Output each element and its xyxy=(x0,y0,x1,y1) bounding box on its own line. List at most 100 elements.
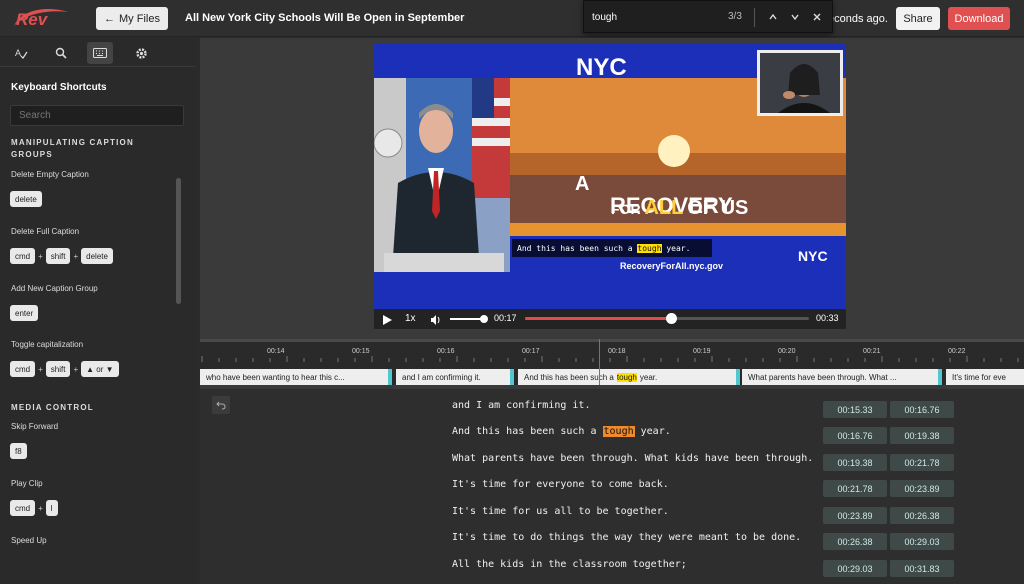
caption-drag-handle[interactable] xyxy=(938,369,942,385)
key-badge: f8 xyxy=(10,443,27,459)
tick-label: 00:22 xyxy=(948,348,966,355)
transcript-text: All the kids in the classroom together; xyxy=(452,559,687,570)
transcript-line[interactable]: What parents have been through. What kid… xyxy=(452,453,813,464)
play-icon[interactable] xyxy=(381,313,393,331)
transcript-line[interactable]: It's time for everyone to come back. xyxy=(452,479,669,490)
slide-text-a: A xyxy=(575,173,589,195)
shortcut-keys: cmd + l xyxy=(10,500,58,516)
start-timestamp[interactable]: 00:23.89 xyxy=(823,507,887,524)
volume-icon[interactable] xyxy=(430,313,442,331)
transcript-text: and I am confirming it. xyxy=(452,400,591,411)
my-files-button[interactable]: ← My Files xyxy=(96,7,168,30)
share-button[interactable]: Share xyxy=(896,7,940,30)
video-player[interactable]: A RECOVERY RecoveryForAll.nyc.gov NYC NY… xyxy=(374,43,846,309)
caption-timeline[interactable]: 00:14 00:15 00:16 00:17 00:18 00:19 00:2… xyxy=(200,339,1024,385)
volume-knob[interactable] xyxy=(480,315,488,323)
section-media-control: MEDIA CONTROL xyxy=(11,403,94,412)
key-badge: cmd xyxy=(10,361,36,377)
video-caption-overlay: And this has been such a tough year. xyxy=(512,239,712,257)
transcript-text: It's time for us all to be together. xyxy=(452,506,669,517)
document-title: All New York City Schools Will Be Open i… xyxy=(185,12,465,24)
find-bar: 3/3 xyxy=(583,0,833,33)
volume-slider[interactable] xyxy=(450,318,484,320)
timeline-caption-block[interactable]: who have been wanting to hear this c... xyxy=(200,369,388,385)
plus-separator: + xyxy=(73,364,79,374)
caption-drag-handle[interactable] xyxy=(510,369,514,385)
duration: 00:33 xyxy=(816,313,839,323)
end-timestamp[interactable]: 00:16.76 xyxy=(890,401,954,418)
timeline-caption-block[interactable]: What parents have been through. What ... xyxy=(742,369,938,385)
caption-drag-handle[interactable] xyxy=(388,369,392,385)
spellcheck-icon[interactable]: A xyxy=(8,42,34,64)
transcript-line[interactable]: It's time to do things the way they were… xyxy=(452,532,801,543)
shortcut-keys: enter xyxy=(10,305,39,321)
timeline-caption-block[interactable]: It's time for eve xyxy=(946,369,1024,385)
start-timestamp[interactable]: 00:26.38 xyxy=(823,533,887,550)
start-timestamp[interactable]: 00:19.38 xyxy=(823,454,887,471)
speed-button[interactable]: 1x xyxy=(405,313,416,324)
transcript-text: It's time to do things the way they were… xyxy=(452,532,802,543)
svg-text:A: A xyxy=(15,48,21,58)
chevron-up-icon[interactable] xyxy=(764,8,782,26)
seek-progress xyxy=(525,317,672,320)
end-timestamp[interactable]: 00:23.89 xyxy=(890,480,954,497)
transcript-line[interactable]: All the kids in the classroom together; xyxy=(452,559,687,570)
gear-icon[interactable] xyxy=(128,42,154,64)
shortcut-keys: cmd + shift + delete xyxy=(10,248,113,264)
start-timestamp[interactable]: 00:16.76 xyxy=(823,427,887,444)
arrow-left-icon: ← xyxy=(104,12,116,25)
shortcut-label: Add New Caption Group xyxy=(11,284,98,293)
transcript-text: year. xyxy=(634,426,671,437)
end-timestamp[interactable]: 00:31.83 xyxy=(890,560,954,577)
shortcut-label: Toggle capitalization xyxy=(11,340,84,349)
caption-drag-handle[interactable] xyxy=(736,369,740,385)
timeline-playhead[interactable] xyxy=(599,339,600,385)
caption-overlay-highlight: tough xyxy=(637,243,662,253)
end-timestamp[interactable]: 00:29.03 xyxy=(890,533,954,550)
tick-label: 00:16 xyxy=(437,348,455,355)
shortcut-search-input[interactable] xyxy=(10,105,184,126)
shortcut-keys: f8 xyxy=(10,443,27,459)
transcript-line[interactable]: It's time for us all to be together. xyxy=(452,506,669,517)
plus-separator: + xyxy=(38,251,43,261)
find-input[interactable] xyxy=(592,9,732,25)
tick-label: 00:19 xyxy=(693,348,711,355)
caption-overlay-text: And this has been such a xyxy=(517,243,638,253)
start-timestamp[interactable]: 00:29.03 xyxy=(823,560,887,577)
tick-label: 00:17 xyxy=(522,348,540,355)
sidebar-scrollbar[interactable] xyxy=(176,178,181,304)
plus-separator: + xyxy=(38,364,43,374)
keyboard-icon[interactable] xyxy=(87,42,113,64)
find-match-count: 3/3 xyxy=(728,11,742,22)
shortcut-label: Delete Empty Caption xyxy=(11,170,89,179)
end-timestamp[interactable]: 00:26.38 xyxy=(890,507,954,524)
logo-text: Rev xyxy=(16,10,49,29)
timeline-caption-block[interactable]: and I am confirming it. xyxy=(396,369,510,385)
download-button[interactable]: Download xyxy=(948,7,1010,30)
start-timestamp[interactable]: 00:21.78 xyxy=(823,480,887,497)
rev-logo[interactable]: Rev xyxy=(12,6,72,30)
undo-icon[interactable] xyxy=(212,396,230,414)
my-files-label: My Files xyxy=(119,12,160,25)
timeline-caption-highlight: tough xyxy=(616,372,637,382)
seek-bar[interactable] xyxy=(525,313,809,324)
seek-knob[interactable] xyxy=(666,313,678,324)
tick-label: 00:18 xyxy=(608,348,626,355)
transcript-line[interactable]: And this has been such a tough year. xyxy=(452,426,671,437)
end-timestamp[interactable]: 00:19.38 xyxy=(890,427,954,444)
caption-overlay-text: year. xyxy=(661,243,691,253)
shortcut-label: Speed Up xyxy=(11,536,47,545)
chevron-down-icon[interactable] xyxy=(786,8,804,26)
slide-url: RecoveryForAll.nyc.gov xyxy=(620,261,723,271)
section-caption-groups: MANIPULATING CAPTION GROUPS xyxy=(11,138,134,159)
plus-separator: + xyxy=(38,503,43,513)
sidebar-tabs: A xyxy=(0,38,195,67)
tick-label: 00:20 xyxy=(778,348,796,355)
tick-label: 00:15 xyxy=(352,348,370,355)
start-timestamp[interactable]: 00:15.33 xyxy=(823,401,887,418)
search-icon[interactable] xyxy=(48,42,74,64)
transcript-line[interactable]: and I am confirming it. xyxy=(452,400,590,411)
timeline-caption-block[interactable]: And this has been such a tough year. xyxy=(518,369,736,385)
end-timestamp[interactable]: 00:21.78 xyxy=(890,454,954,471)
close-icon[interactable] xyxy=(808,8,826,26)
